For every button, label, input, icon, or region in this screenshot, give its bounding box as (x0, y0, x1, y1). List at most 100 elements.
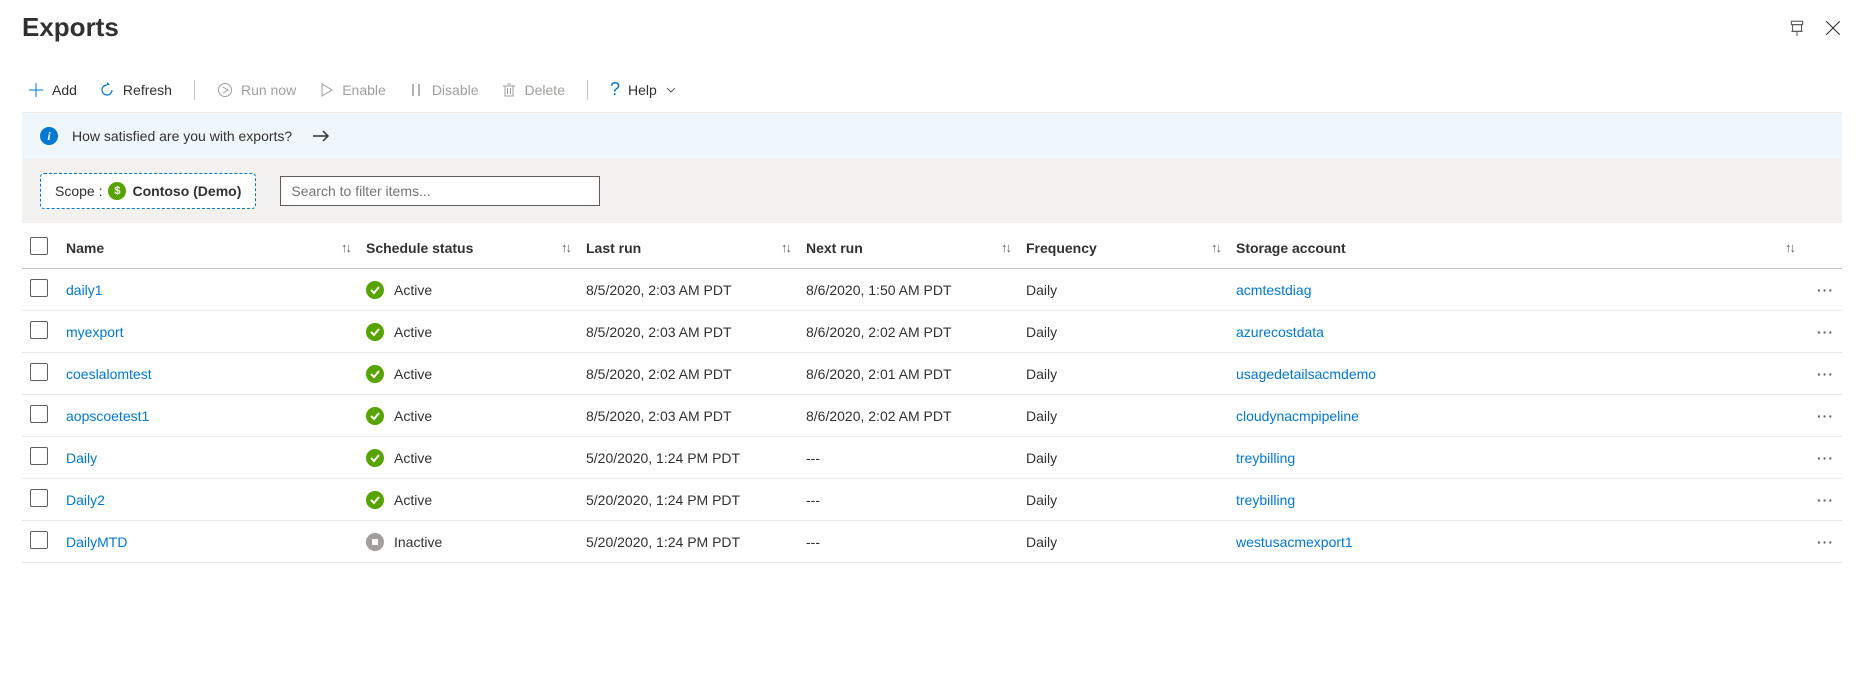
storage-account-link[interactable]: treybilling (1236, 450, 1295, 466)
export-name-link[interactable]: myexport (66, 324, 124, 340)
table-row: aopscoetest1Active8/5/2020, 2:03 AM PDT8… (22, 395, 1842, 437)
delete-button[interactable]: Delete (495, 78, 571, 102)
col-last-run[interactable]: Last run ↑↓ (578, 227, 798, 269)
row-menu-button[interactable]: ··· (1817, 450, 1834, 466)
frequency-text: Daily (1026, 408, 1057, 424)
export-name-link[interactable]: Daily2 (66, 492, 105, 508)
table-row: coeslalomtest Active 8/5/2020, 2:02 AM PDT… (22, 353, 1842, 395)
col-last-label: Last run (586, 240, 641, 256)
pin-icon[interactable] (1788, 19, 1806, 37)
scope-label: Scope : (55, 183, 102, 199)
row-checkbox[interactable] (30, 489, 48, 507)
close-icon[interactable] (1824, 19, 1842, 37)
run-now-button[interactable]: Run now (211, 78, 302, 102)
page-title: Exports (22, 12, 119, 43)
last-run-text: 5/20/2020, 1:24 PM PDT (586, 534, 740, 550)
frequency-text: Daily (1026, 366, 1057, 382)
col-name[interactable]: Name ↑↓ (58, 227, 358, 269)
row-checkbox[interactable] (30, 279, 48, 297)
storage-account-link[interactable]: cloudynacmpipeline (1236, 408, 1359, 424)
help-icon: ? (610, 79, 620, 100)
storage-account-link[interactable]: acmtestdiag (1236, 282, 1311, 298)
frequency-text: Daily (1026, 282, 1057, 298)
col-storage-label: Storage account (1236, 240, 1346, 256)
help-button[interactable]: ? Help (604, 75, 683, 104)
col-freq-label: Frequency (1026, 240, 1097, 256)
storage-account-link[interactable]: westusacmexport1 (1236, 534, 1353, 550)
separator (587, 80, 588, 100)
last-run-text: 8/5/2020, 2:02 AM PDT (586, 366, 732, 382)
storage-account-link[interactable]: usagedetailsacmdemo (1236, 366, 1376, 382)
chevron-down-icon (665, 84, 677, 96)
row-menu-button[interactable]: ··· (1817, 366, 1834, 382)
sort-icon: ↑↓ (1001, 240, 1010, 255)
col-next-label: Next run (806, 240, 863, 256)
col-status-label: Schedule status (366, 240, 473, 256)
table-row: myexportActive8/5/2020, 2:03 AM PDT8/6/2… (22, 311, 1842, 353)
select-all-checkbox[interactable] (30, 237, 48, 255)
col-status[interactable]: Schedule status ↑↓ (358, 227, 578, 269)
row-checkbox[interactable] (30, 363, 48, 381)
frequency-text: Daily (1026, 324, 1057, 340)
row-checkbox[interactable] (30, 531, 48, 549)
row-checkbox[interactable] (30, 447, 48, 465)
row-menu-button[interactable]: ··· (1817, 324, 1834, 340)
sort-icon: ↑↓ (1211, 240, 1220, 255)
frequency-text: Daily (1026, 534, 1057, 550)
search-input[interactable] (280, 176, 600, 206)
run-now-label: Run now (241, 82, 296, 98)
storage-account-link[interactable]: treybilling (1236, 492, 1295, 508)
disable-button[interactable]: Disable (402, 78, 485, 102)
status-active-icon (366, 281, 384, 299)
row-menu-button[interactable]: ··· (1817, 408, 1834, 424)
row-menu-button[interactable]: ··· (1817, 534, 1834, 550)
export-name-link[interactable]: Daily (66, 450, 97, 466)
next-run-text: 8/6/2020, 1:50 AM PDT (806, 282, 952, 298)
export-name-link[interactable]: aopscoetest1 (66, 408, 149, 424)
enable-button[interactable]: Enable (312, 78, 392, 102)
export-name-link[interactable]: daily1 (66, 282, 103, 298)
status-active-icon (366, 407, 384, 425)
banner-text: How satisfied are you with exports? (72, 128, 292, 144)
last-run-text: 5/20/2020, 1:24 PM PDT (586, 492, 740, 508)
next-run-text: 8/6/2020, 2:01 AM PDT (806, 366, 952, 382)
status-text: Active (394, 492, 432, 508)
sort-icon: ↑↓ (781, 240, 790, 255)
feedback-banner[interactable]: i How satisfied are you with exports? (22, 113, 1842, 159)
status-inactive-icon (366, 533, 384, 551)
export-name-link[interactable]: coeslalomtest (66, 366, 152, 382)
play-icon (318, 82, 334, 98)
row-checkbox[interactable] (30, 321, 48, 339)
frequency-text: Daily (1026, 450, 1057, 466)
last-run-text: 8/5/2020, 2:03 AM PDT (586, 324, 732, 340)
row-checkbox[interactable] (30, 405, 48, 423)
scope-filter-bar: Scope : $ Contoso (Demo) (22, 159, 1842, 223)
next-run-text: --- (806, 534, 820, 550)
next-run-text: --- (806, 492, 820, 508)
status-active-icon (366, 365, 384, 383)
col-storage[interactable]: Storage account ↑↓ (1228, 227, 1802, 269)
last-run-text: 8/5/2020, 2:03 AM PDT (586, 282, 732, 298)
table-row: daily1Active8/5/2020, 2:03 AM PDT8/6/202… (22, 269, 1842, 311)
next-run-text: 8/6/2020, 2:02 AM PDT (806, 408, 952, 424)
status-text: Active (394, 366, 432, 382)
help-label: Help (628, 82, 657, 98)
refresh-label: Refresh (123, 82, 172, 98)
row-menu-button[interactable]: ··· (1817, 492, 1834, 508)
sort-icon: ↑↓ (341, 240, 350, 255)
status-text: Active (394, 324, 432, 340)
storage-account-link[interactable]: azurecostdata (1236, 324, 1324, 340)
row-menu-button[interactable]: ··· (1817, 282, 1834, 298)
refresh-icon (99, 82, 115, 98)
scope-picker[interactable]: Scope : $ Contoso (Demo) (40, 173, 256, 209)
exports-table: Name ↑↓ Schedule status ↑↓ Last run ↑↓ N… (22, 227, 1842, 563)
col-frequency[interactable]: Frequency ↑↓ (1018, 227, 1228, 269)
sort-icon: ↑↓ (1785, 240, 1794, 255)
export-name-link[interactable]: DailyMTD (66, 534, 127, 550)
col-next-run[interactable]: Next run ↑↓ (798, 227, 1018, 269)
table-row: DailyMTDInactive5/20/2020, 1:24 PM PDT--… (22, 521, 1842, 563)
add-button[interactable]: Add (22, 78, 83, 102)
last-run-text: 5/20/2020, 1:24 PM PDT (586, 450, 740, 466)
refresh-button[interactable]: Refresh (93, 78, 178, 102)
status-text: Active (394, 408, 432, 424)
